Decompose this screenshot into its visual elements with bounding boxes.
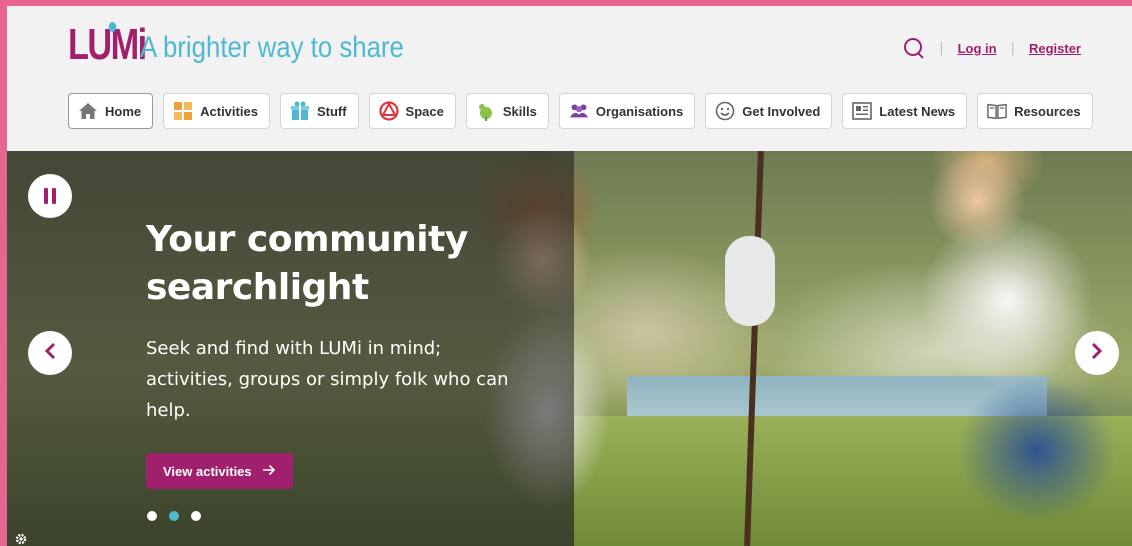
logo[interactable]: LUMi A brighter way to share xyxy=(68,20,447,70)
smiley-icon xyxy=(715,101,735,121)
nav-label: Activities xyxy=(200,103,258,119)
pause-button[interactable] xyxy=(28,174,72,218)
nav-label: Get Involved xyxy=(742,103,821,119)
next-slide-button[interactable] xyxy=(1075,331,1119,375)
nav-activities[interactable]: Activities xyxy=(163,93,270,129)
gift-icon xyxy=(290,101,310,121)
logo-mark: LUMi xyxy=(68,20,147,70)
slide-dot-active[interactable] xyxy=(169,511,179,521)
nav-skills[interactable]: Skills xyxy=(465,93,549,129)
nav-latest-news[interactable]: Latest News xyxy=(842,93,968,129)
pause-icon xyxy=(44,188,48,204)
hero-carousel: Your community searchlight Seek and find… xyxy=(7,151,1132,546)
search-icon[interactable] xyxy=(903,37,925,59)
home-icon xyxy=(78,101,98,121)
separator: | xyxy=(1010,40,1015,56)
slide-dot[interactable] xyxy=(147,511,157,521)
cta-label: View activities xyxy=(163,463,252,479)
arrow-right-icon xyxy=(262,464,276,479)
nav-label: Organisations xyxy=(595,103,684,119)
nav-label: Stuff xyxy=(316,103,347,119)
page-frame: LUMi A brighter way to share | Log in | … xyxy=(7,6,1132,546)
nav-stuff[interactable]: Stuff xyxy=(279,93,359,129)
login-link[interactable]: Log in xyxy=(958,41,997,56)
hero-title: Your community searchlight xyxy=(146,219,468,308)
slide-dot[interactable] xyxy=(191,511,201,521)
people-icon xyxy=(569,101,589,121)
nav-get-involved[interactable]: Get Involved xyxy=(705,93,833,129)
space-icon xyxy=(378,101,399,121)
hero-image-glove xyxy=(725,236,775,326)
chevron-right-icon xyxy=(1090,342,1104,364)
gear-icon[interactable] xyxy=(14,531,28,545)
pause-icon xyxy=(52,188,56,204)
nav-label: Home xyxy=(105,103,142,119)
hero-text: Seek and find with LUMi in mind; activit… xyxy=(146,338,509,421)
activities-icon xyxy=(173,101,193,121)
chevron-left-icon xyxy=(43,342,57,364)
view-activities-button[interactable]: View activities xyxy=(146,453,293,489)
separator: | xyxy=(939,40,944,56)
previous-slide-button[interactable] xyxy=(28,331,72,375)
news-icon xyxy=(852,101,873,121)
skills-icon xyxy=(476,101,496,121)
nav-home[interactable]: Home xyxy=(68,93,154,129)
main-nav: Home Activities Stuff Space Skills Organ… xyxy=(68,93,1093,129)
register-link[interactable]: Register xyxy=(1029,41,1081,56)
nav-label: Skills xyxy=(502,103,537,119)
logo-text: LUMi xyxy=(68,20,147,69)
logo-dot xyxy=(108,22,117,32)
nav-label: Resources xyxy=(1014,103,1081,119)
book-icon xyxy=(987,101,1007,121)
nav-resources[interactable]: Resources xyxy=(977,93,1093,129)
nav-organisations[interactable]: Organisations xyxy=(558,93,696,129)
header-links: | Log in | Register xyxy=(903,37,1081,59)
slide-dots xyxy=(147,511,201,521)
nav-label: Latest News xyxy=(879,103,956,119)
nav-space[interactable]: Space xyxy=(368,93,456,129)
tagline: A brighter way to share xyxy=(140,31,404,64)
nav-label: Space xyxy=(405,103,444,119)
